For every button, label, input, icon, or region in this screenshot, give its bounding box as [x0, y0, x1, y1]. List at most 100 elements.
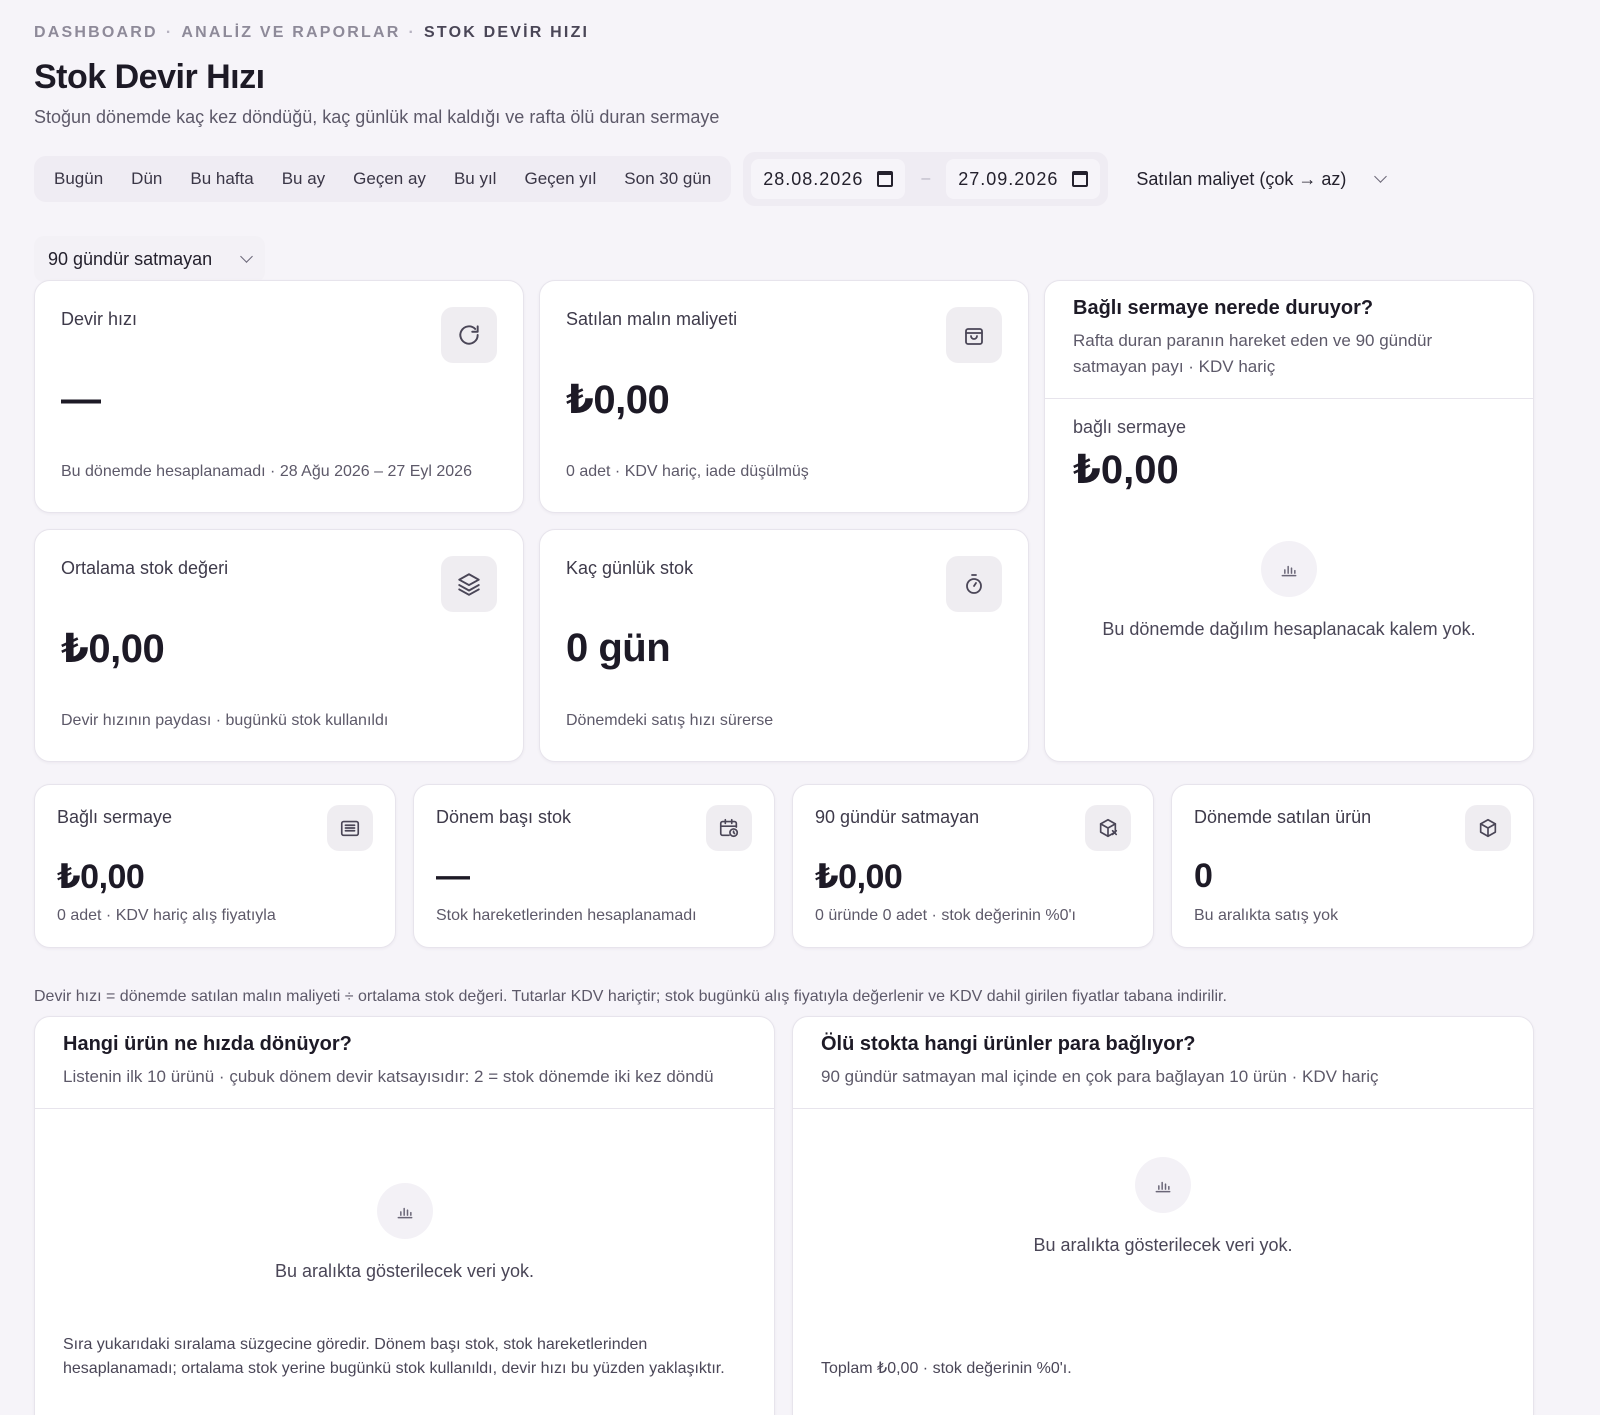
dead-stock-products-panel: Ölü stokta hangi ürünler para bağlıyor? … — [792, 1016, 1534, 1415]
breadcrumb: DASHBOARD · ANALİZ VE RAPORLAR · STOK DE… — [34, 22, 1568, 44]
capital-metric-label: bağlı sermaye — [1073, 417, 1187, 437]
kpi-value: 0 — [1194, 857, 1213, 895]
page-subtitle: Stoğun dönemde kaç kez döndüğü, kaç günl… — [34, 107, 720, 127]
date-range-separator: – — [921, 170, 931, 187]
panel-subtitle: 90 gündür satmayan mal içinde en çok par… — [821, 1067, 1379, 1086]
kpi-note: Bu aralıkta satış yok — [1194, 907, 1339, 924]
sort-select[interactable]: Satılan maliyet (çok → az) — [1122, 156, 1399, 202]
capital-metric-value: ₺0,00 — [1073, 448, 1179, 492]
empty-state: Bu dönemde dağılım hesaplanacak kalem yo… — [1045, 541, 1533, 640]
panel-title: Ölü stokta hangi ürünler para bağlıyor? — [821, 1033, 1196, 1055]
kpi-note: 0 üründe 0 adet · stok değerinin %0'ı — [815, 907, 1076, 924]
kpi-value: 0 gün — [566, 626, 671, 670]
bar-chart-icon — [376, 1183, 433, 1239]
kpi-value: ₺0,00 — [815, 858, 903, 896]
kpi-value: — — [61, 377, 101, 421]
kpi-label: Ortalama stok değeri — [61, 558, 229, 578]
quick-range-this-month[interactable]: Bu ay — [268, 156, 339, 202]
end-date-input[interactable]: 27.09.2026 — [946, 159, 1101, 199]
quick-range-today[interactable]: Bugün — [40, 156, 117, 202]
box-x-icon — [1085, 805, 1131, 851]
kpi-note: Stok hareketlerinden hesaplanamadı — [436, 907, 697, 924]
panel-title: Bağlı sermaye nerede duruyor? — [1073, 297, 1374, 319]
kpi-turnover-card: Devir hızı — Bu dönemde hesaplanamadı · … — [34, 280, 524, 513]
refresh-icon — [441, 307, 497, 363]
breadcrumb-separator: · — [408, 24, 417, 41]
quick-range-last-month[interactable]: Geçen ay — [339, 156, 440, 202]
kpi-label: Dönem başı stok — [436, 807, 572, 827]
sort-select-value: Satılan maliyet (çok → az) — [1136, 168, 1347, 189]
breadcrumb-separator: · — [165, 24, 174, 41]
kpi-label: Satılan malın maliyeti — [566, 309, 738, 329]
panel-title: Hangi ürün ne hızda dönüyor? — [63, 1033, 352, 1055]
layers-icon — [441, 556, 497, 612]
bar-chart-icon — [1135, 1157, 1191, 1213]
kpi-value: — — [436, 857, 470, 895]
quick-range-this-year[interactable]: Bu yıl — [440, 156, 511, 202]
kpi-label: Devir hızı — [61, 309, 138, 329]
chevron-down-icon — [1374, 170, 1388, 183]
formula-footnote: Devir hızı = dönemde satılan malın maliy… — [34, 988, 1227, 1005]
kpi-value: ₺0,00 — [61, 627, 165, 671]
chevron-down-icon — [240, 250, 253, 263]
panel-footer: Toplam ₺0,00 · stok değerinin %0'ı. — [821, 1360, 1072, 1377]
kpi-note: Bu dönemde hesaplanamadı · 28 Ağu 2026 –… — [61, 463, 472, 480]
panel-footer: Sıra yukarıdaki sıralama süzgecine göred… — [63, 1336, 725, 1377]
date-toolbar: Bugün Dün Bu hafta Bu ay Geçen ay Bu yıl… — [34, 152, 1399, 206]
kpi-days-stock-card: Kaç günlük stok 0 gün Dönemdeki satış hı… — [539, 529, 1029, 762]
quick-range-this-week[interactable]: Bu hafta — [176, 156, 267, 202]
panel-subtitle: Listenin ilk 10 ürünü · çubuk dönem devi… — [63, 1067, 714, 1086]
breadcrumb-item-reports[interactable]: ANALİZ VE RAPORLAR — [181, 24, 400, 42]
shopping-bag-icon — [946, 307, 1002, 363]
breadcrumb-item-current: STOK DEVİR HIZI — [424, 24, 590, 41]
calendar-clock-icon — [706, 805, 752, 851]
kpi-note: Dönemdeki satış hızı sürerse — [566, 712, 774, 729]
empty-state-text: Bu aralıkta gösterilecek veri yok. — [274, 1261, 535, 1281]
kpi-label: Dönemde satılan ürün — [1194, 807, 1372, 827]
empty-state-text: Bu dönemde dağılım hesaplanacak kalem yo… — [1102, 619, 1476, 639]
quick-range-group: Bugün Dün Bu hafta Bu ay Geçen ay Bu yıl… — [34, 156, 732, 202]
filter-row: 90 gündür satmayan — [34, 236, 266, 282]
page: DASHBOARD · ANALİZ VE RAPORLAR · STOK DE… — [34, 22, 1568, 1415]
bar-chart-icon — [1261, 541, 1317, 597]
empty-state: Bu aralıkta gösterilecek veri yok. — [793, 1157, 1533, 1256]
kpi-label: Bağlı sermaye — [57, 807, 173, 827]
panel-header: Ölü stokta hangi ürünler para bağlıyor? … — [793, 1017, 1533, 1109]
panel-header: Hangi ürün ne hızda dönüyor? Listenin il… — [35, 1017, 774, 1109]
quick-range-last-30-days[interactable]: Son 30 gün — [610, 156, 725, 202]
panel-header: Bağlı sermaye nerede duruyor? Rafta dura… — [1045, 281, 1533, 399]
start-date-input[interactable]: 28.08.2026 — [751, 159, 906, 199]
quick-range-yesterday[interactable]: Dün — [117, 156, 176, 202]
kpi-note: 0 adet · KDV hariç, iade düşülmüş — [566, 463, 809, 480]
empty-state: Bu aralıkta gösterilecek veri yok. — [35, 1183, 774, 1282]
date-range-picker: 28.08.2026 – 27.09.2026 — [743, 152, 1109, 206]
start-date-value: 28.08.2026 — [763, 168, 864, 189]
panel-subtitle: Rafta duran paranın hareket eden ve 90 g… — [1073, 331, 1433, 376]
kpi-avg-stock-card: Ortalama stok değeri ₺0,00 Devir hızının… — [34, 529, 524, 762]
archive-icon — [327, 805, 373, 851]
page-title: Stok Devir Hızı — [34, 58, 265, 96]
stale-days-select-value: 90 gündür satmayan — [48, 248, 213, 269]
empty-state-text: Bu aralıkta gösterilecek veri yok. — [1033, 1235, 1293, 1255]
calendar-icon[interactable] — [1072, 171, 1089, 187]
end-date-value: 27.09.2026 — [958, 168, 1059, 189]
kpi-note: 0 adet · KDV hariç alış fiyatıyla — [57, 907, 276, 924]
stale-days-select[interactable]: 90 gündür satmayan — [34, 236, 266, 282]
kpi-sold-products-card: Dönemde satılan ürün 0 Bu aralıkta satış… — [1171, 784, 1534, 948]
kpi-opening-stock-card: Dönem başı stok — Stok hareketlerinden h… — [413, 784, 775, 948]
kpi-label: Kaç günlük stok — [566, 558, 694, 578]
turnover-by-product-panel: Hangi ürün ne hızda dönüyor? Listenin il… — [34, 1016, 775, 1415]
kpi-label: 90 gündür satmayan — [815, 807, 980, 827]
kpi-note: Devir hızının paydası · bugünkü stok kul… — [61, 712, 389, 729]
kpi-value: ₺0,00 — [57, 858, 145, 896]
quick-range-last-year[interactable]: Geçen yıl — [510, 156, 610, 202]
breadcrumb-item-dashboard[interactable]: DASHBOARD — [34, 24, 158, 42]
kpi-dead-stock-card: 90 gündür satmayan ₺0,00 0 üründe 0 adet… — [792, 784, 1154, 948]
kpi-cogs-card: Satılan malın maliyeti ₺0,00 0 adet · KD… — [539, 280, 1029, 513]
box-icon — [1465, 805, 1511, 851]
kpi-tied-capital-card: Bağlı sermaye ₺0,00 0 adet · KDV hariç a… — [34, 784, 396, 948]
calendar-icon[interactable] — [877, 171, 894, 187]
stopwatch-icon — [946, 556, 1002, 612]
capital-distribution-panel: Bağlı sermaye nerede duruyor? Rafta dura… — [1044, 280, 1534, 762]
kpi-value: ₺0,00 — [566, 378, 670, 422]
